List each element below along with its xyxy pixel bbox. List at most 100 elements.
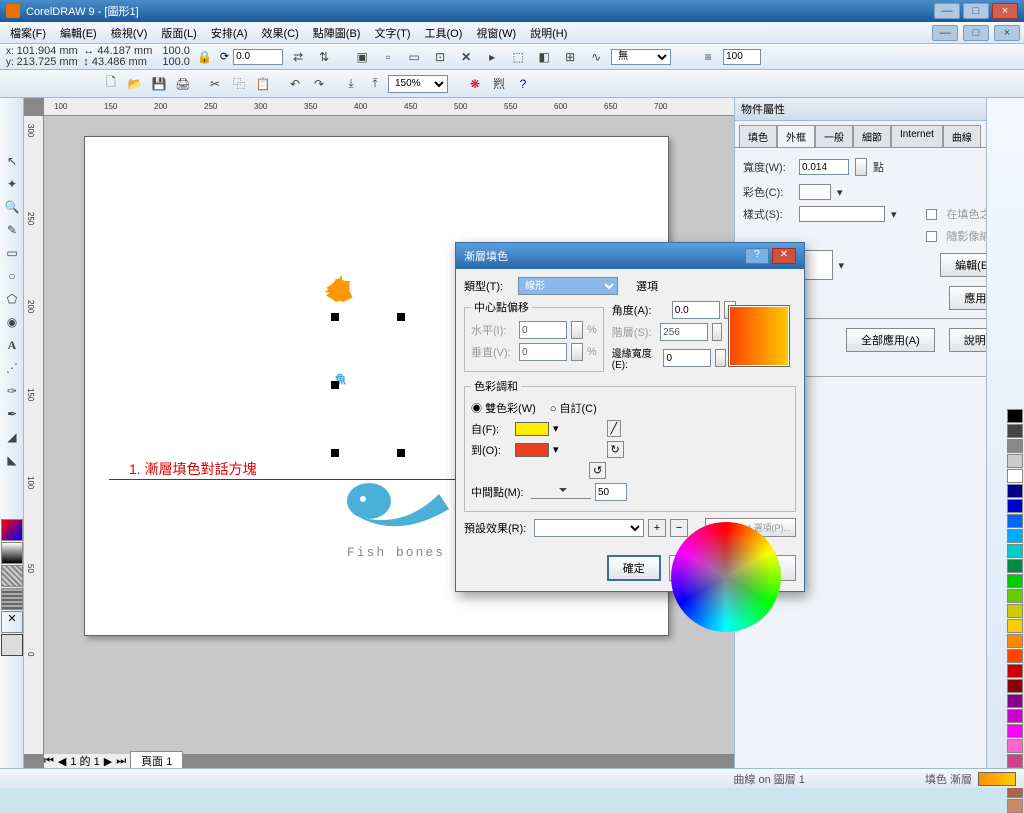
doc-close-button[interactable]: × <box>994 25 1020 41</box>
behind-fill-check[interactable] <box>926 209 937 220</box>
unit-select[interactable]: 無 <box>611 49 671 65</box>
edge-spinner[interactable] <box>715 349 726 367</box>
sel-handle[interactable] <box>331 313 339 321</box>
color-swatch[interactable] <box>1007 739 1023 753</box>
menu-bitmap[interactable]: 點陣圖(B) <box>307 23 367 43</box>
menu-tools[interactable]: 工具(O) <box>419 23 469 43</box>
nav-first-icon[interactable]: ⏮ <box>44 755 54 768</box>
open-icon[interactable]: 📂 <box>124 73 146 95</box>
from-dropdown-icon[interactable]: ▾ <box>553 422 559 435</box>
context-help-icon[interactable]: ? <box>512 73 534 95</box>
from-color-swatch[interactable] <box>515 422 549 436</box>
spiral-tool-icon[interactable]: ◉ <box>1 310 23 332</box>
outline-color-swatch[interactable] <box>799 184 831 200</box>
ellipse-tool-icon[interactable]: ○ <box>1 264 23 286</box>
sel-handle[interactable] <box>331 381 339 389</box>
copy-icon[interactable]: ⿻ <box>228 73 250 95</box>
to-color-swatch[interactable] <box>515 443 549 457</box>
rect-tool-icon[interactable]: ▭ <box>1 241 23 263</box>
cw-route-icon[interactable]: ↻ <box>607 441 624 458</box>
tab-general[interactable]: 一般 <box>815 125 853 147</box>
color-swatch[interactable] <box>1007 799 1023 813</box>
preset-add-icon[interactable]: + <box>648 519 666 537</box>
cap-dropdown-icon[interactable]: ▾ <box>839 259 845 272</box>
color-swatch[interactable] <box>1007 544 1023 558</box>
menu-text[interactable]: 文字(T) <box>368 23 416 43</box>
sel-handle[interactable] <box>397 313 405 321</box>
menu-window[interactable]: 視窗(W) <box>470 23 522 43</box>
tab-outline[interactable]: 外框 <box>777 125 815 147</box>
tab-fill[interactable]: 填色 <box>739 125 777 147</box>
fish-char-outline[interactable]: 魚 魚 <box>335 282 346 409</box>
color-swatch[interactable] <box>1007 424 1023 438</box>
angle-input[interactable] <box>672 301 720 319</box>
to-dropdown-icon[interactable]: ▾ <box>553 443 559 456</box>
fill-tool-icon[interactable]: ◢ <box>1 425 23 447</box>
align-icon[interactable]: ✕ <box>455 46 477 68</box>
order-icon[interactable]: ▸ <box>481 46 503 68</box>
menu-layout[interactable]: 版面(L) <box>155 23 202 43</box>
fill-texture-icon[interactable] <box>1 588 23 610</box>
color-swatch[interactable] <box>1007 484 1023 498</box>
zoom-tool-icon[interactable]: 🔍 <box>1 195 23 217</box>
nav-next-icon[interactable]: ▶ <box>104 755 112 768</box>
nav-last-icon[interactable]: ⏭ <box>116 755 126 768</box>
menu-view[interactable]: 檢視(V) <box>105 23 154 43</box>
mirror-v-icon[interactable]: ⇅ <box>313 46 335 68</box>
node-icon[interactable]: ⊞ <box>559 46 581 68</box>
midpoint-slider[interactable] <box>531 485 591 499</box>
color-swatch[interactable] <box>1007 724 1023 738</box>
shape-tool-icon[interactable]: ✦ <box>1 172 23 194</box>
width-spinner[interactable] <box>855 158 867 176</box>
fill-swatch-gray[interactable] <box>1 542 23 564</box>
edge-input[interactable] <box>663 349 711 367</box>
custom-radio[interactable]: ○ 自訂(C) <box>550 400 597 416</box>
midpoint-input[interactable] <box>595 483 627 501</box>
zoom2-input[interactable] <box>723 49 761 65</box>
blend-tool-icon[interactable]: ⋰ <box>1 356 23 378</box>
color-swatch[interactable] <box>1007 454 1023 468</box>
direct-route-icon[interactable]: ╱ <box>607 420 622 437</box>
width-input[interactable] <box>799 159 849 175</box>
type-select[interactable]: 線形 <box>518 277 618 295</box>
close-button[interactable]: × <box>992 3 1018 19</box>
outline-tool-icon[interactable]: ✒ <box>1 402 23 424</box>
fill-swatch-rainbow[interactable] <box>1 519 23 541</box>
pick-tool-icon[interactable]: ↖ <box>1 149 23 171</box>
scale-check[interactable] <box>926 231 937 242</box>
menu-help[interactable]: 說明(H) <box>524 23 573 43</box>
maximize-button[interactable]: □ <box>963 3 989 19</box>
color-swatch[interactable] <box>1007 709 1023 723</box>
text-tool-icon[interactable]: A <box>1 333 23 355</box>
preset-remove-icon[interactable]: − <box>670 519 688 537</box>
polygon-tool-icon[interactable]: ⬠ <box>1 287 23 309</box>
freehand-tool-icon[interactable]: ✎ <box>1 218 23 240</box>
interactive-fill-icon[interactable]: ◣ <box>1 448 23 470</box>
color-swatch[interactable] <box>1007 559 1023 573</box>
menu-file[interactable]: 檔案(F) <box>4 23 52 43</box>
mirror-h-icon[interactable]: ⇄ <box>287 46 309 68</box>
dialog-close-icon[interactable]: ✕ <box>772 248 796 264</box>
corel-icon[interactable]: ❋ <box>464 73 486 95</box>
color-swatch[interactable] <box>1007 439 1023 453</box>
menu-arrange[interactable]: 安排(A) <box>205 23 254 43</box>
menu-effects[interactable]: 效果(C) <box>256 23 305 43</box>
preset-select[interactable] <box>534 519 644 537</box>
paste-icon[interactable]: 📋 <box>252 73 274 95</box>
import-icon[interactable]: ⤓ <box>340 73 362 95</box>
eyedropper-tool-icon[interactable]: ✑ <box>1 379 23 401</box>
print-icon[interactable]: 🖨 <box>172 73 194 95</box>
rotation-input[interactable] <box>233 49 283 65</box>
color-swatch[interactable] <box>1007 634 1023 648</box>
nav-prev-icon[interactable]: ◀ <box>58 755 66 768</box>
color-swatch[interactable] <box>1007 409 1023 423</box>
color-swatch[interactable] <box>1007 619 1023 633</box>
sel-handle[interactable] <box>397 449 405 457</box>
export-icon[interactable]: ⤒ <box>364 73 386 95</box>
sel-handle[interactable] <box>331 449 339 457</box>
color-wheel[interactable] <box>671 522 781 632</box>
scripts-icon[interactable]: 煭 <box>488 73 510 95</box>
color-swatch[interactable] <box>1007 529 1023 543</box>
tab-internet[interactable]: Internet <box>891 125 943 147</box>
save-icon[interactable]: 💾 <box>148 73 170 95</box>
